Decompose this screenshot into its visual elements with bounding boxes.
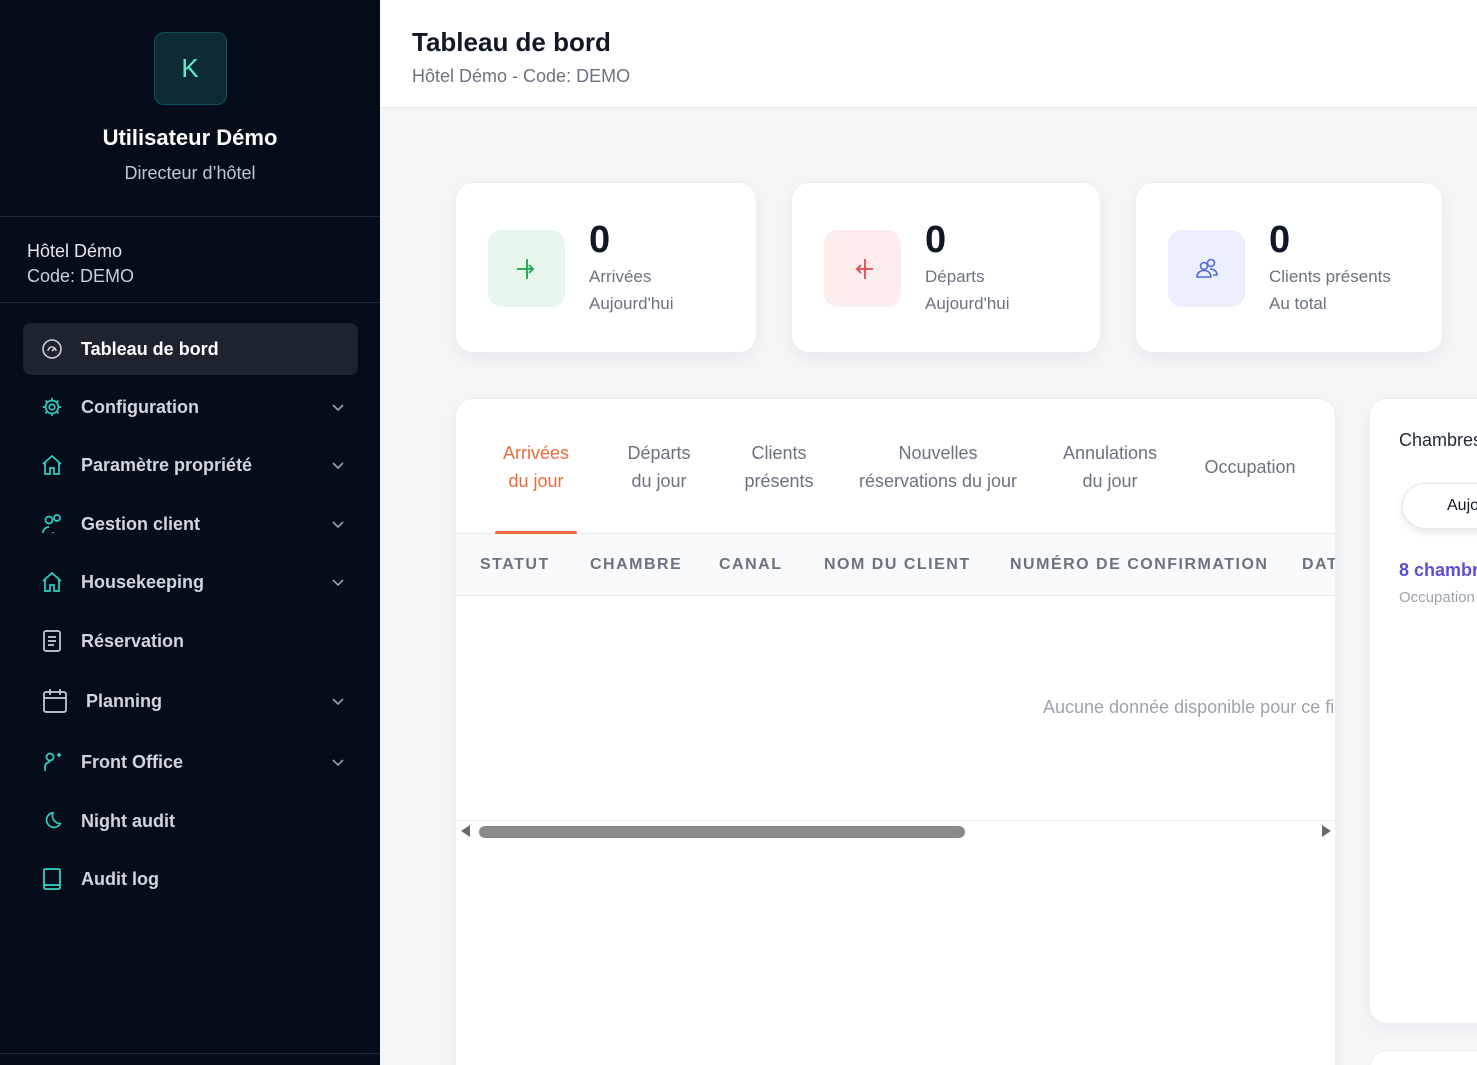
page-header: Tableau de bord Hôtel Démo - Code: DEMO [380,0,1477,108]
rooms-count-link[interactable]: 8 chambres [1399,560,1477,581]
page-subtitle: Hôtel Démo - Code: DEMO [412,66,631,86]
activity-panel: Arrivées du jour Départs du jour Clients… [455,398,1336,1065]
stat-sublabel: Au total [1269,294,1327,313]
scrollbar-thumb[interactable] [479,826,965,838]
sidebar-item-label: Réservation [81,630,185,651]
chevron-down-icon [318,399,358,415]
sidebar-item-label: Night audit [81,810,175,831]
stat-value: 0 [1269,219,1291,261]
column-header[interactable]: STATUT [480,534,550,596]
sidebar-item-label: Audit log [81,868,159,889]
sidebar-item-planning[interactable]: Planning [23,675,358,727]
tab-guests-present[interactable]: Clients présents [736,399,822,534]
home-icon [23,570,81,594]
avatar[interactable]: K [153,32,227,105]
moon-icon [23,810,81,832]
rooms-panel-title: Chambres [1399,430,1477,450]
date-filter-label: Aujourd'hui [1447,497,1477,514]
sidebar-item-label: Configuration [81,396,199,417]
arrival-icon [488,230,565,307]
sidebar-footer [0,1053,380,1065]
stat-sublabel: Aujourd'hui [925,294,1010,313]
sidebar-item-label: Paramètre propriété [81,454,253,475]
dashboard-icon [23,337,81,361]
sidebar-item-configuration[interactable]: Configuration [23,381,358,433]
sidebar-item-label: Tableau de bord [81,338,219,359]
chevron-down-icon [318,693,358,709]
hotel-name: Hôtel Démo [27,241,123,261]
sidebar-item-front-office[interactable]: Front Office [23,736,358,788]
stat-value: 0 [589,219,611,261]
user-plus-icon [23,750,81,774]
hotel-code: Code: DEMO [27,266,135,286]
document-icon [23,629,81,653]
rooms-panel: Chambres Aujourd'hui 8 chambres Occupati… [1369,398,1477,1024]
hotel-info: Hôtel Démo Code: DEMO [0,217,380,303]
page-title: Tableau de bord [412,27,611,57]
stat-label: Arrivées [589,267,652,286]
tab-new-reservations[interactable]: Nouvelles réservations du jour [858,399,1018,534]
sidebar-item-property[interactable]: Paramètre propriété [23,439,358,491]
users-icon [23,512,81,536]
column-header[interactable]: CHAMBRE [590,534,682,596]
column-header[interactable]: NOM DU CLIENT [824,534,971,596]
gear-icon [23,396,81,418]
stat-sublabel: Aujourd'hui [589,294,674,313]
stat-value: 0 [925,219,947,261]
sidebar-item-reservation[interactable]: Réservation [23,615,358,667]
stat-card-departures: 0 Départs Aujourd'hui [791,182,1101,353]
column-header[interactable]: NUMÉRO DE CONFIRMATION [1010,534,1268,596]
tab-bar: Arrivées du jour Départs du jour Clients… [456,399,1335,534]
tab-cancellations[interactable]: Annulations du jour [1054,399,1166,534]
date-filter-pill[interactable]: Aujourd'hui [1402,483,1477,529]
sidebar: K Utilisateur Démo Directeur d’hôtel Hôt… [0,0,380,1065]
chevron-down-icon [318,457,358,473]
rooms-count-sublabel: Occupation [1399,589,1475,606]
sidebar-item-label: Housekeeping [81,571,205,592]
user-name: Utilisateur Démo [102,125,278,150]
guests-icon [1168,230,1245,307]
scroll-right-icon[interactable] [1322,825,1331,837]
sidebar-item-label: Front Office [81,751,183,772]
sidebar-item-label: Planning [86,690,162,711]
calendar-icon [23,687,86,715]
tab-occupation[interactable]: Occupation [1196,399,1304,534]
table-header: STATUT CHAMBRE CANAL NOM DU CLIENT NUMÉR… [456,534,1335,596]
sidebar-item-audit-log[interactable]: Audit log [23,853,358,905]
stat-label: Clients présents [1269,267,1391,286]
horizontal-scrollbar[interactable] [456,820,1335,840]
sidebar-item-clients[interactable]: Gestion client [23,498,358,550]
stat-label: Départs [925,267,985,286]
chevron-down-icon [318,516,358,532]
sidebar-item-label: Gestion client [81,513,201,534]
chevron-down-icon [318,574,358,590]
secondary-panel [1369,1050,1477,1065]
user-role: Directeur d’hôtel [124,163,256,183]
sidebar-item-night-audit[interactable]: Night audit [23,795,358,847]
scroll-left-icon[interactable] [461,825,470,837]
chevron-down-icon [318,754,358,770]
column-header[interactable]: CANAL [719,534,783,596]
home-icon [23,453,81,477]
stat-card-arrivals: 0 Arrivées Aujourd'hui [455,182,757,353]
tab-arrivals[interactable]: Arrivées du jour [495,399,577,534]
sidebar-item-housekeeping[interactable]: Housekeeping [23,556,358,608]
sidebar-item-dashboard[interactable]: Tableau de bord [23,323,358,375]
book-icon [23,867,81,891]
empty-state-message: Aucune donnée disponible pour ce filtre [1043,697,1336,717]
user-profile: K Utilisateur Démo Directeur d’hôtel [0,0,380,217]
column-header[interactable]: DATE [1302,534,1335,596]
departure-icon [824,230,901,307]
stat-card-guests: 0 Clients présents Au total [1135,182,1443,353]
tab-departures[interactable]: Départs du jour [616,399,702,534]
